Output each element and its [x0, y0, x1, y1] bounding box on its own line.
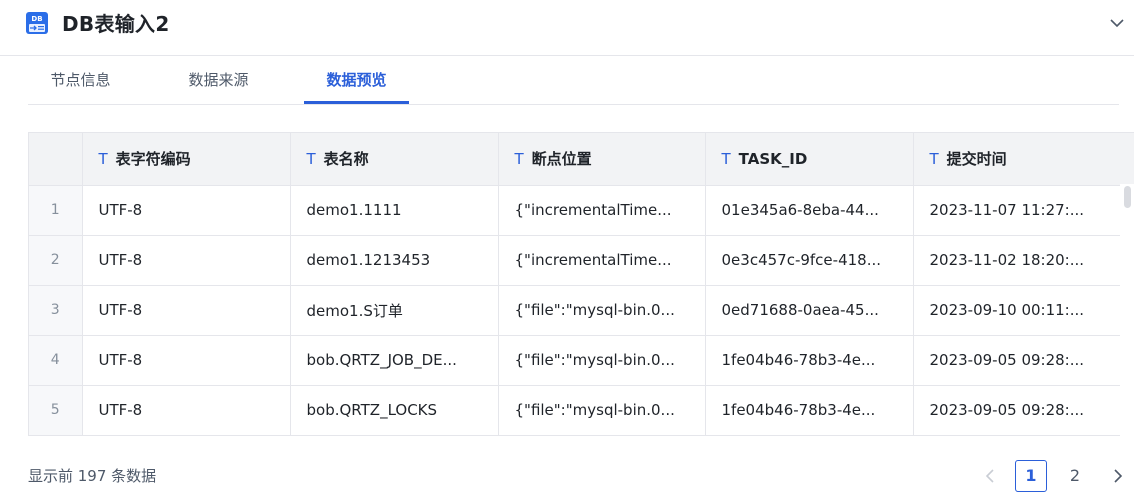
table-cell[interactable]	[913, 435, 1134, 436]
table-cell[interactable]: {"file":"mysql-bin.0...	[498, 385, 706, 435]
text-type-icon: T	[306, 150, 316, 169]
tab-data-preview[interactable]: 数据预览	[304, 56, 409, 105]
row-index: 3	[29, 285, 83, 336]
panel-header: DB DB表输入2	[0, 0, 1134, 56]
data-preview-table: T 表字符编码 T 表名称 T 断点位置 T TASK_ID T 提交时间 1 UTF-8…	[28, 132, 1134, 436]
table-cell[interactable]: 0e3c457c-9fce-418...	[705, 235, 914, 286]
chevron-right-icon[interactable]	[1106, 462, 1130, 490]
row-index: 4	[29, 335, 83, 386]
table-cell[interactable]	[498, 435, 705, 436]
table-cell[interactable]: 2023-11-07 11:27:...	[913, 185, 1134, 236]
table-cell[interactable]: demo1.1111	[290, 185, 499, 236]
table-cell[interactable]: {"incrementalTime...	[498, 185, 706, 236]
table-cell[interactable]: UTF-8	[82, 285, 291, 336]
table-row[interactable]: 4 UTF-8 bob.QRTZ_JOB_DE... {"file":"mysq…	[29, 335, 1134, 386]
table-row[interactable]: 1 UTF-8 demo1.1111 {"incrementalTime... …	[29, 185, 1134, 236]
text-type-icon: T	[98, 150, 108, 169]
text-type-icon: T	[929, 150, 939, 169]
table-cell[interactable]: {"file":"mysql-bin.0...	[498, 285, 706, 336]
scrollbar-thumb[interactable]	[1124, 186, 1131, 208]
table-cell[interactable]: 1fe04b46-78b3-4e...	[705, 335, 914, 386]
table-cell[interactable]: {"incrementalTime...	[498, 235, 706, 286]
table-cell[interactable]: 01e345a6-8eba-44...	[705, 185, 914, 236]
table-cell[interactable]: UTF-8	[82, 235, 291, 286]
table-cell[interactable]: 2023-09-05 09:28:...	[913, 335, 1134, 386]
table-header-row: T 表字符编码 T 表名称 T 断点位置 T TASK_ID T 提交时间	[29, 133, 1134, 186]
table-scrollbar[interactable]	[1120, 184, 1134, 436]
tab-data-source[interactable]: 数据来源	[166, 56, 271, 105]
table-cell[interactable]: demo1.S订单	[290, 285, 499, 336]
table-cell[interactable]: UTF-8	[82, 185, 291, 236]
table-cell[interactable]: bob.QRTZ_LOCKS	[290, 385, 499, 435]
table-cell[interactable]	[705, 435, 913, 436]
row-index	[29, 435, 82, 436]
page-button-2[interactable]: 2	[1059, 460, 1091, 492]
active-tab-indicator	[304, 101, 409, 104]
table-cell[interactable]: 2023-09-10 00:11:...	[913, 285, 1134, 336]
tab-node-info[interactable]: 节点信息	[28, 56, 133, 105]
table-row[interactable]	[29, 435, 1134, 436]
column-header[interactable]: T 提交时间	[913, 133, 1134, 186]
tab-bar: 节点信息 数据来源 数据预览	[28, 56, 1119, 105]
table-cell[interactable]: UTF-8	[82, 335, 291, 386]
table-cell[interactable]: 0ed71688-0aea-45...	[705, 285, 914, 336]
row-index: 2	[29, 235, 83, 286]
page-button-1[interactable]: 1	[1015, 460, 1047, 492]
table-row[interactable]: 2 UTF-8 demo1.1213453 {"incrementalTime.…	[29, 235, 1134, 286]
row-index: 1	[29, 185, 83, 236]
db-input-icon: DB	[26, 12, 48, 34]
index-header	[29, 133, 83, 186]
table-cell[interactable]: demo1.1213453	[290, 235, 499, 286]
table-cell[interactable]: UTF-8	[82, 385, 291, 435]
text-type-icon: T	[514, 150, 524, 169]
table-cell[interactable]	[82, 435, 290, 436]
table-cell[interactable]	[290, 435, 498, 436]
svg-text:DB: DB	[31, 15, 42, 23]
column-header[interactable]: T 断点位置	[498, 133, 706, 186]
row-index: 5	[29, 385, 83, 435]
table-row[interactable]: 5 UTF-8 bob.QRTZ_LOCKS {"file":"mysql-bi…	[29, 385, 1134, 435]
column-header[interactable]: T 表字符编码	[82, 133, 291, 186]
chevron-down-icon[interactable]	[1108, 14, 1126, 32]
text-type-icon: T	[721, 149, 731, 168]
table-cell[interactable]: {"file":"mysql-bin.0...	[498, 335, 706, 386]
page-title: DB表输入2	[62, 12, 170, 36]
table-cell[interactable]: bob.QRTZ_JOB_DE...	[290, 335, 499, 386]
table-cell[interactable]: 2023-09-05 09:28:...	[913, 385, 1134, 435]
table-row[interactable]: 3 UTF-8 demo1.S订单 {"file":"mysql-bin.0..…	[29, 285, 1134, 336]
table-cell[interactable]: 1fe04b46-78b3-4e...	[705, 385, 914, 435]
table-cell[interactable]: 2023-11-02 18:20:...	[913, 235, 1134, 286]
row-count-summary: 显示前 197 条数据	[28, 467, 157, 485]
column-header[interactable]: T TASK_ID	[705, 133, 914, 186]
column-header[interactable]: T 表名称	[290, 133, 499, 186]
chevron-left-icon[interactable]	[978, 462, 1002, 490]
